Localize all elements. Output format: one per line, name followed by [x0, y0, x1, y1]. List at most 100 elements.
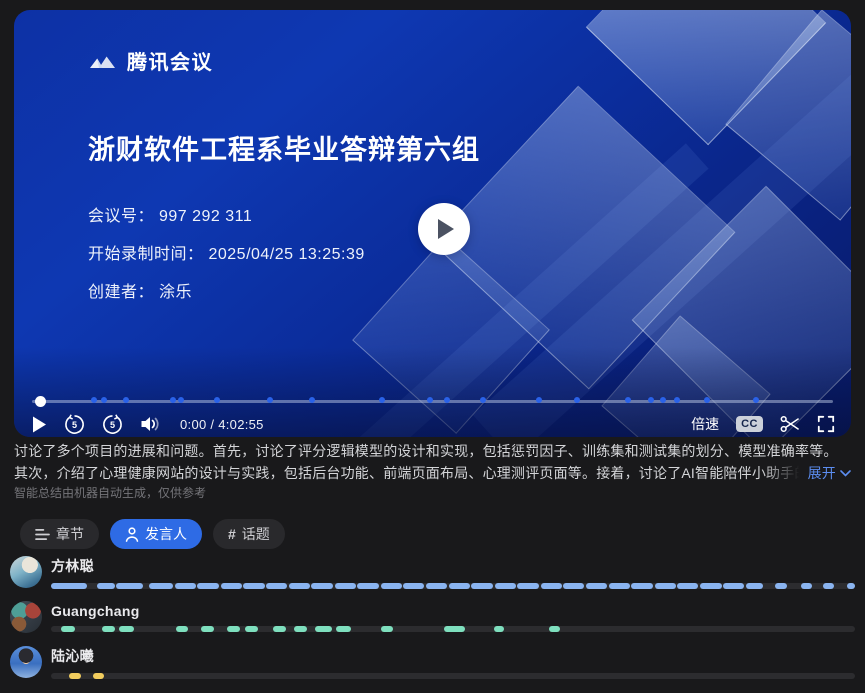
speech-segment[interactable]: [201, 626, 215, 632]
speech-segment[interactable]: [93, 673, 104, 679]
speech-segment[interactable]: [357, 583, 379, 589]
record-time-label: 开始录制时间：: [88, 246, 204, 263]
clip-button[interactable]: [780, 415, 800, 433]
speech-segment[interactable]: [403, 583, 424, 589]
speech-segment[interactable]: [266, 583, 287, 589]
speech-segment[interactable]: [116, 583, 143, 589]
view-tabs: 章节 发言人 # 话题: [20, 519, 285, 549]
speech-segment[interactable]: [677, 583, 698, 589]
big-play-button[interactable]: [418, 203, 470, 255]
avatar[interactable]: [10, 556, 42, 588]
play-button[interactable]: [32, 416, 47, 433]
chapters-icon: [35, 528, 50, 541]
creator-label: 创建者：: [88, 284, 154, 301]
speech-segment[interactable]: [775, 583, 788, 589]
speech-segment[interactable]: [655, 583, 676, 589]
meeting-number-label: 会议号：: [88, 208, 154, 225]
speech-segment[interactable]: [245, 626, 259, 632]
tab-topics[interactable]: # 话题: [213, 519, 285, 549]
forward-5s-button[interactable]: 5: [102, 414, 123, 435]
speech-segment[interactable]: [273, 626, 286, 632]
speech-segment[interactable]: [119, 626, 133, 632]
speech-segment[interactable]: [51, 583, 87, 589]
chapter-marker[interactable]: [444, 397, 450, 403]
meeting-number-value: 997 292 311: [159, 208, 252, 225]
speaker-name: 方林聪: [51, 556, 855, 576]
speech-segment[interactable]: [847, 583, 855, 589]
speech-segment[interactable]: [801, 583, 811, 589]
expand-summary-button[interactable]: 展开: [762, 462, 851, 484]
tab-speakers[interactable]: 发言人: [110, 519, 202, 549]
chapter-marker[interactable]: [704, 397, 710, 403]
avatar[interactable]: [10, 601, 42, 633]
speech-segment[interactable]: [723, 583, 744, 589]
chapter-marker[interactable]: [753, 397, 759, 403]
speech-segment[interactable]: [335, 583, 356, 589]
avatar[interactable]: [10, 646, 42, 678]
chapter-marker[interactable]: [101, 397, 107, 403]
playhead[interactable]: [35, 396, 46, 407]
speech-segment[interactable]: [69, 673, 80, 679]
speaker-timeline[interactable]: [51, 673, 855, 679]
speaker-row[interactable]: 方林聪: [10, 556, 855, 588]
speech-segment[interactable]: [175, 583, 196, 589]
chapter-marker[interactable]: [170, 397, 176, 403]
tab-chapters[interactable]: 章节: [20, 519, 99, 549]
speech-segment[interactable]: [311, 583, 333, 589]
speech-segment[interactable]: [102, 626, 115, 632]
chapter-marker[interactable]: [214, 397, 220, 403]
video-player[interactable]: 腾讯会议 浙财软件工程系毕业答辩第六组 会议号： 997 292 311 开始录…: [14, 10, 851, 437]
creator-value: 涂乐: [159, 284, 192, 301]
speech-segment[interactable]: [471, 583, 493, 589]
speaker-timeline[interactable]: [51, 583, 855, 589]
speaker-row[interactable]: 陆沁曦: [10, 646, 855, 678]
speech-segment[interactable]: [586, 583, 608, 589]
fullscreen-button[interactable]: [817, 415, 835, 433]
speech-segment[interactable]: [823, 583, 834, 589]
speech-segment[interactable]: [197, 583, 219, 589]
chevron-down-icon: [840, 470, 851, 477]
speaker-row[interactable]: Guangchang: [10, 601, 855, 633]
speech-segment[interactable]: [289, 583, 310, 589]
speech-segment[interactable]: [700, 583, 722, 589]
chapter-marker[interactable]: [660, 397, 666, 403]
speech-segment[interactable]: [541, 583, 562, 589]
meeting-number-row: 会议号： 997 292 311: [88, 202, 252, 226]
speech-segment[interactable]: [149, 583, 173, 589]
chapter-marker[interactable]: [309, 397, 315, 403]
speech-segment[interactable]: [495, 583, 516, 589]
speech-segment[interactable]: [221, 583, 242, 589]
speech-segment[interactable]: [444, 626, 465, 632]
fullscreen-icon: [817, 415, 835, 433]
captions-button[interactable]: CC: [736, 416, 763, 432]
speech-segment[interactable]: [243, 583, 265, 589]
chapter-marker[interactable]: [648, 397, 654, 403]
chapter-marker[interactable]: [427, 397, 433, 403]
speech-segment[interactable]: [294, 626, 308, 632]
speech-segment[interactable]: [494, 626, 504, 632]
speech-segment[interactable]: [227, 626, 240, 632]
logo-text: 腾讯会议: [127, 46, 213, 75]
speaker-timeline[interactable]: [51, 626, 855, 632]
speech-segment[interactable]: [517, 583, 539, 589]
speech-segment[interactable]: [176, 626, 187, 632]
speech-segment[interactable]: [426, 583, 448, 589]
progress-bar[interactable]: [32, 395, 833, 408]
cc-icon: CC: [736, 416, 763, 432]
speech-segment[interactable]: [631, 583, 653, 589]
speech-segment[interactable]: [609, 583, 630, 589]
speech-segment[interactable]: [746, 583, 763, 589]
rewind-5s-button[interactable]: 5: [64, 414, 85, 435]
speech-segment[interactable]: [381, 583, 402, 589]
speech-segment[interactable]: [97, 583, 115, 589]
speech-segment[interactable]: [61, 626, 75, 632]
speaker-name: 陆沁曦: [51, 646, 855, 666]
speech-segment[interactable]: [315, 626, 332, 632]
speech-segment[interactable]: [549, 626, 560, 632]
playback-speed-button[interactable]: 倍速: [691, 414, 719, 434]
volume-button[interactable]: [140, 415, 160, 433]
speech-segment[interactable]: [563, 583, 584, 589]
speech-segment[interactable]: [449, 583, 470, 589]
speech-segment[interactable]: [336, 626, 350, 632]
speech-segment[interactable]: [381, 626, 394, 632]
